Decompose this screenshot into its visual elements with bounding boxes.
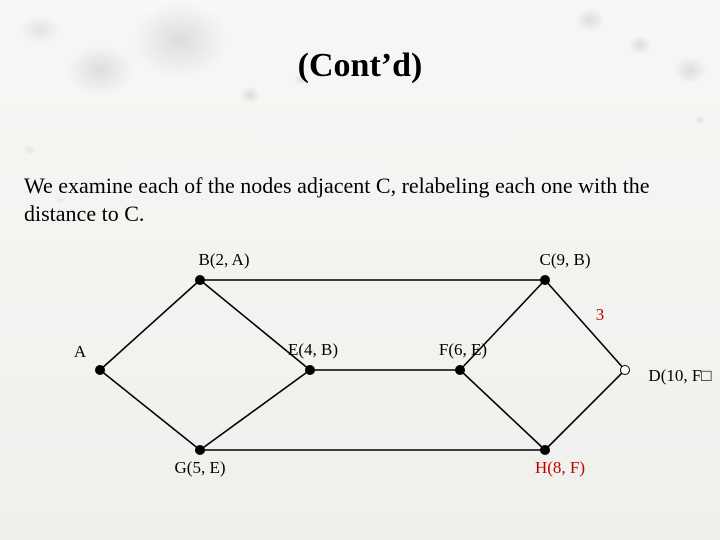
graph-node-B (195, 275, 205, 285)
graph-node-A (95, 365, 105, 375)
graph-label-E: E(4, B) (288, 340, 338, 360)
graph-edge-weight-CD: 3 (596, 305, 605, 325)
graph-node-C (540, 275, 550, 285)
graph-label-H: H(8, F) (535, 458, 585, 478)
graph-node-E (305, 365, 315, 375)
graph-label-G: G(5, E) (175, 458, 226, 478)
graph-node-G (195, 445, 205, 455)
graph-label-F: F(6, E) (439, 340, 487, 360)
graph-diagram: A B(2, A) C(9, B) D(10, F□ E(4, B) F(6, … (0, 0, 720, 540)
graph-label-C: C(9, B) (540, 250, 591, 270)
graph-label-D: D(10, F□ (648, 366, 711, 386)
graph-node-D (620, 365, 630, 375)
graph-label-A: A (74, 342, 86, 362)
graph-node-F (455, 365, 465, 375)
graph-node-H (540, 445, 550, 455)
graph-label-B: B(2, A) (199, 250, 250, 270)
graph-edges (0, 0, 720, 540)
